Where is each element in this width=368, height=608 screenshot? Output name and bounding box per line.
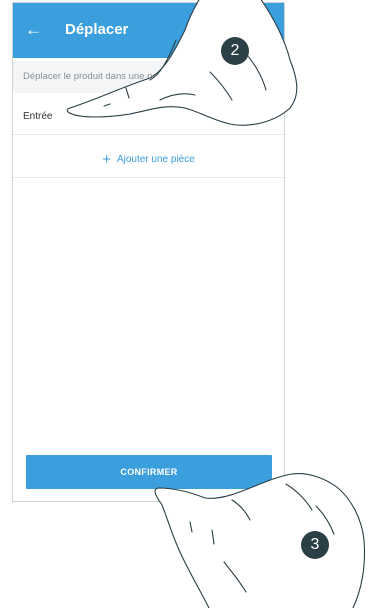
plus-icon: +	[102, 150, 111, 168]
add-room-button[interactable]: + Ajouter une pièce	[13, 141, 284, 178]
confirm-button[interactable]: CONFIRMER	[26, 455, 272, 489]
instruction-text: Déplacer le produit dans une nouvelle pi…	[13, 61, 284, 93]
app-screen: ← Déplacer Déplacer le produit dans une …	[12, 2, 285, 502]
step-number-badge: 2	[221, 37, 249, 65]
step-number-badge: 3	[301, 531, 329, 559]
add-room-label: Ajouter une pièce	[116, 153, 195, 165]
back-arrow-icon[interactable]: ←	[25, 20, 42, 40]
room-item-entree[interactable]: Entrée	[13, 99, 284, 135]
room-label: Entrée	[23, 111, 53, 122]
page-title: Déplacer	[65, 21, 129, 38]
